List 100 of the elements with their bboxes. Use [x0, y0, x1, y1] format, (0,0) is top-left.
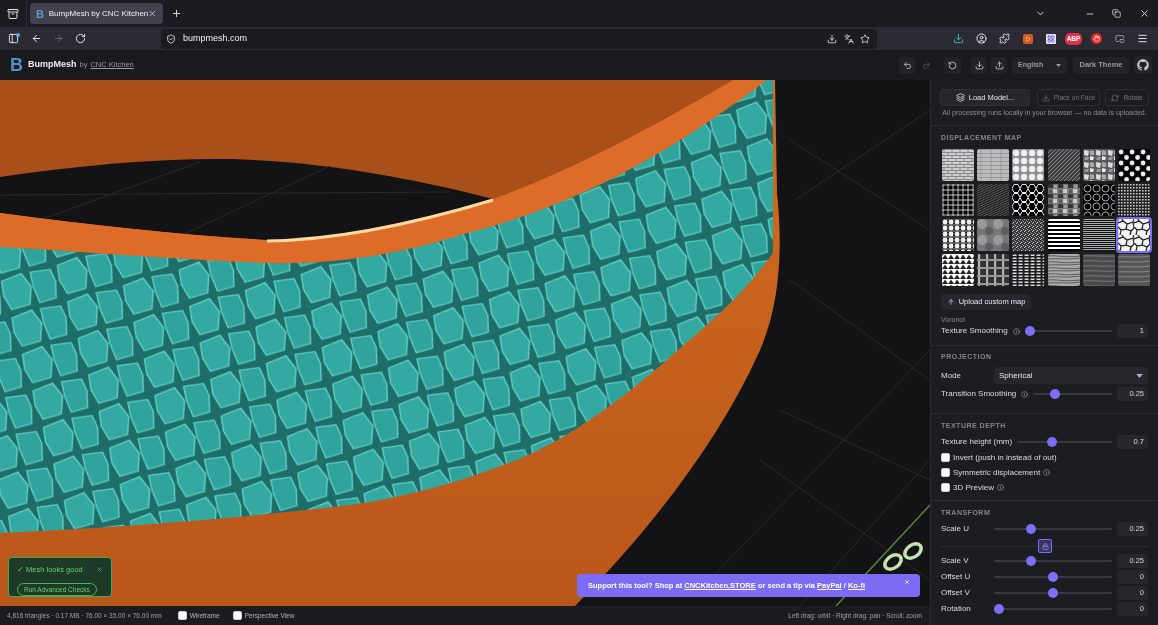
- texture-thumbnail[interactable]: [942, 184, 975, 216]
- texture-thumbnail[interactable]: [942, 219, 975, 251]
- 3d-scene-drawing[interactable]: [0, 80, 930, 606]
- checkbox[interactable]: [232, 611, 242, 620]
- app-logo: B: [10, 56, 23, 74]
- info-icon[interactable]: [1012, 327, 1020, 335]
- menu-icon[interactable]: [1137, 33, 1148, 44]
- mode-select[interactable]: Spherical: [994, 367, 1148, 384]
- download-button[interactable]: [971, 56, 987, 74]
- info-icon[interactable]: [1043, 469, 1051, 476]
- reload-icon[interactable]: [74, 33, 86, 44]
- translate-icon[interactable]: [844, 33, 854, 44]
- checkbox[interactable]: [941, 468, 950, 477]
- favicon: B: [36, 7, 45, 20]
- slider-label: Scale U: [941, 524, 970, 534]
- texture-thumbnail[interactable]: [1082, 149, 1115, 181]
- new-tab-icon[interactable]: [171, 8, 182, 19]
- texture-thumbnail[interactable]: [977, 149, 1010, 181]
- download-icon[interactable]: [953, 33, 964, 44]
- slider-track[interactable]: [994, 572, 1112, 582]
- upload-icon: [994, 60, 1004, 70]
- texture-thumbnail[interactable]: [1047, 184, 1080, 216]
- slider-track[interactable]: [994, 604, 1112, 614]
- slider-label: Texture Smoothing: [941, 326, 1008, 336]
- upload-button[interactable]: [991, 56, 1007, 74]
- slider-thumb[interactable]: [1024, 326, 1035, 336]
- mode-label: Mode: [941, 369, 962, 382]
- slider-track[interactable]: [1017, 437, 1112, 447]
- reset-icon: [948, 60, 957, 70]
- info-icon[interactable]: [1021, 390, 1029, 398]
- browser-tab[interactable]: B BumpMesh by CNC Kitchen: [30, 3, 163, 24]
- close-icon[interactable]: [96, 566, 103, 574]
- slider-thumb[interactable]: [994, 604, 1004, 614]
- slider-label: Scale V: [941, 556, 970, 566]
- texture-thumbnail[interactable]: [1047, 149, 1080, 181]
- option-label[interactable]: Symmetric displacement: [953, 466, 1041, 479]
- texture-thumbnail[interactable]: [977, 219, 1010, 251]
- texture-thumbnail[interactable]: [1082, 219, 1115, 251]
- url-text: bumpmesh.com: [183, 31, 249, 45]
- slider-track[interactable]: [994, 588, 1112, 598]
- texture-thumbnail[interactable]: [1117, 219, 1150, 251]
- slider-thumb[interactable]: [1050, 389, 1061, 399]
- slider-label: Offset U: [941, 572, 972, 582]
- texture-thumbnail[interactable]: [1047, 219, 1080, 251]
- address-bar[interactable]: bumpmesh.com: [161, 28, 877, 49]
- close-window-icon[interactable]: [1139, 8, 1150, 19]
- texture-thumbnail[interactable]: [942, 254, 975, 286]
- slider-thumb[interactable]: [1048, 572, 1058, 582]
- option-label[interactable]: Invert (push in instead of out): [953, 451, 1057, 464]
- texture-thumbnail[interactable]: [1117, 254, 1150, 286]
- info-icon[interactable]: [996, 484, 1004, 491]
- sidebar-icon[interactable]: [8, 33, 20, 44]
- account-icon[interactable]: [976, 33, 987, 44]
- arrow-up-icon: [946, 298, 955, 306]
- app-title: BumpMesh: [28, 58, 77, 72]
- github-icon[interactable]: [1134, 56, 1152, 74]
- texture-thumbnail[interactable]: [1012, 184, 1045, 216]
- texture-thumbnail[interactable]: [977, 184, 1010, 216]
- slider-track[interactable]: [994, 524, 1112, 534]
- slider-label: Offset V: [941, 588, 971, 598]
- slider-thumb[interactable]: [1046, 437, 1057, 447]
- checkbox[interactable]: [177, 611, 187, 620]
- extensions-icon[interactable]: [999, 33, 1010, 44]
- checkbox[interactable]: [941, 453, 950, 462]
- texture-thumbnail[interactable]: [1047, 254, 1080, 286]
- close-icon[interactable]: [904, 579, 910, 585]
- texture-thumbnail[interactable]: [1117, 184, 1150, 216]
- texture-thumbnail[interactable]: [977, 254, 1010, 286]
- scale-lock-button[interactable]: [1038, 539, 1052, 553]
- close-icon[interactable]: [148, 9, 157, 18]
- tab-overview-icon[interactable]: [7, 7, 19, 20]
- slider-track[interactable]: [994, 556, 1112, 566]
- undo-icon: [902, 60, 912, 70]
- play-square-icon[interactable]: [1022, 33, 1033, 44]
- picture-in-picture-icon[interactable]: [1114, 33, 1125, 44]
- undo-button[interactable]: [899, 56, 915, 74]
- bookmark-star-icon[interactable]: [860, 33, 870, 44]
- option-label[interactable]: 3D Preview: [953, 481, 994, 494]
- texture-thumbnail[interactable]: [1082, 254, 1115, 286]
- slider-label: Texture height (mm): [941, 437, 1013, 447]
- reset-button[interactable]: [944, 56, 961, 74]
- shield-icon[interactable]: [166, 33, 176, 44]
- slider-thumb[interactable]: [1026, 556, 1037, 566]
- restore-icon[interactable]: [1112, 9, 1121, 18]
- caret-icon: [1136, 373, 1143, 378]
- texture-thumbnail[interactable]: [1012, 149, 1045, 181]
- slider-thumb[interactable]: [1026, 524, 1037, 534]
- slider-track[interactable]: [1033, 389, 1112, 399]
- slider-track[interactable]: [1024, 326, 1112, 336]
- checkbox[interactable]: [941, 483, 950, 492]
- grid-icon[interactable]: [1045, 33, 1056, 44]
- texture-thumbnail[interactable]: [1082, 184, 1115, 216]
- texture-thumbnail[interactable]: [1012, 219, 1045, 251]
- install-icon[interactable]: [827, 33, 837, 44]
- texture-thumbnail[interactable]: [942, 149, 975, 181]
- slider-thumb[interactable]: [1048, 588, 1058, 598]
- back-icon[interactable]: [30, 33, 42, 44]
- texture-thumbnail[interactable]: [1117, 149, 1150, 181]
- hand-icon[interactable]: [1091, 33, 1102, 44]
- texture-thumbnail[interactable]: [1012, 254, 1045, 286]
